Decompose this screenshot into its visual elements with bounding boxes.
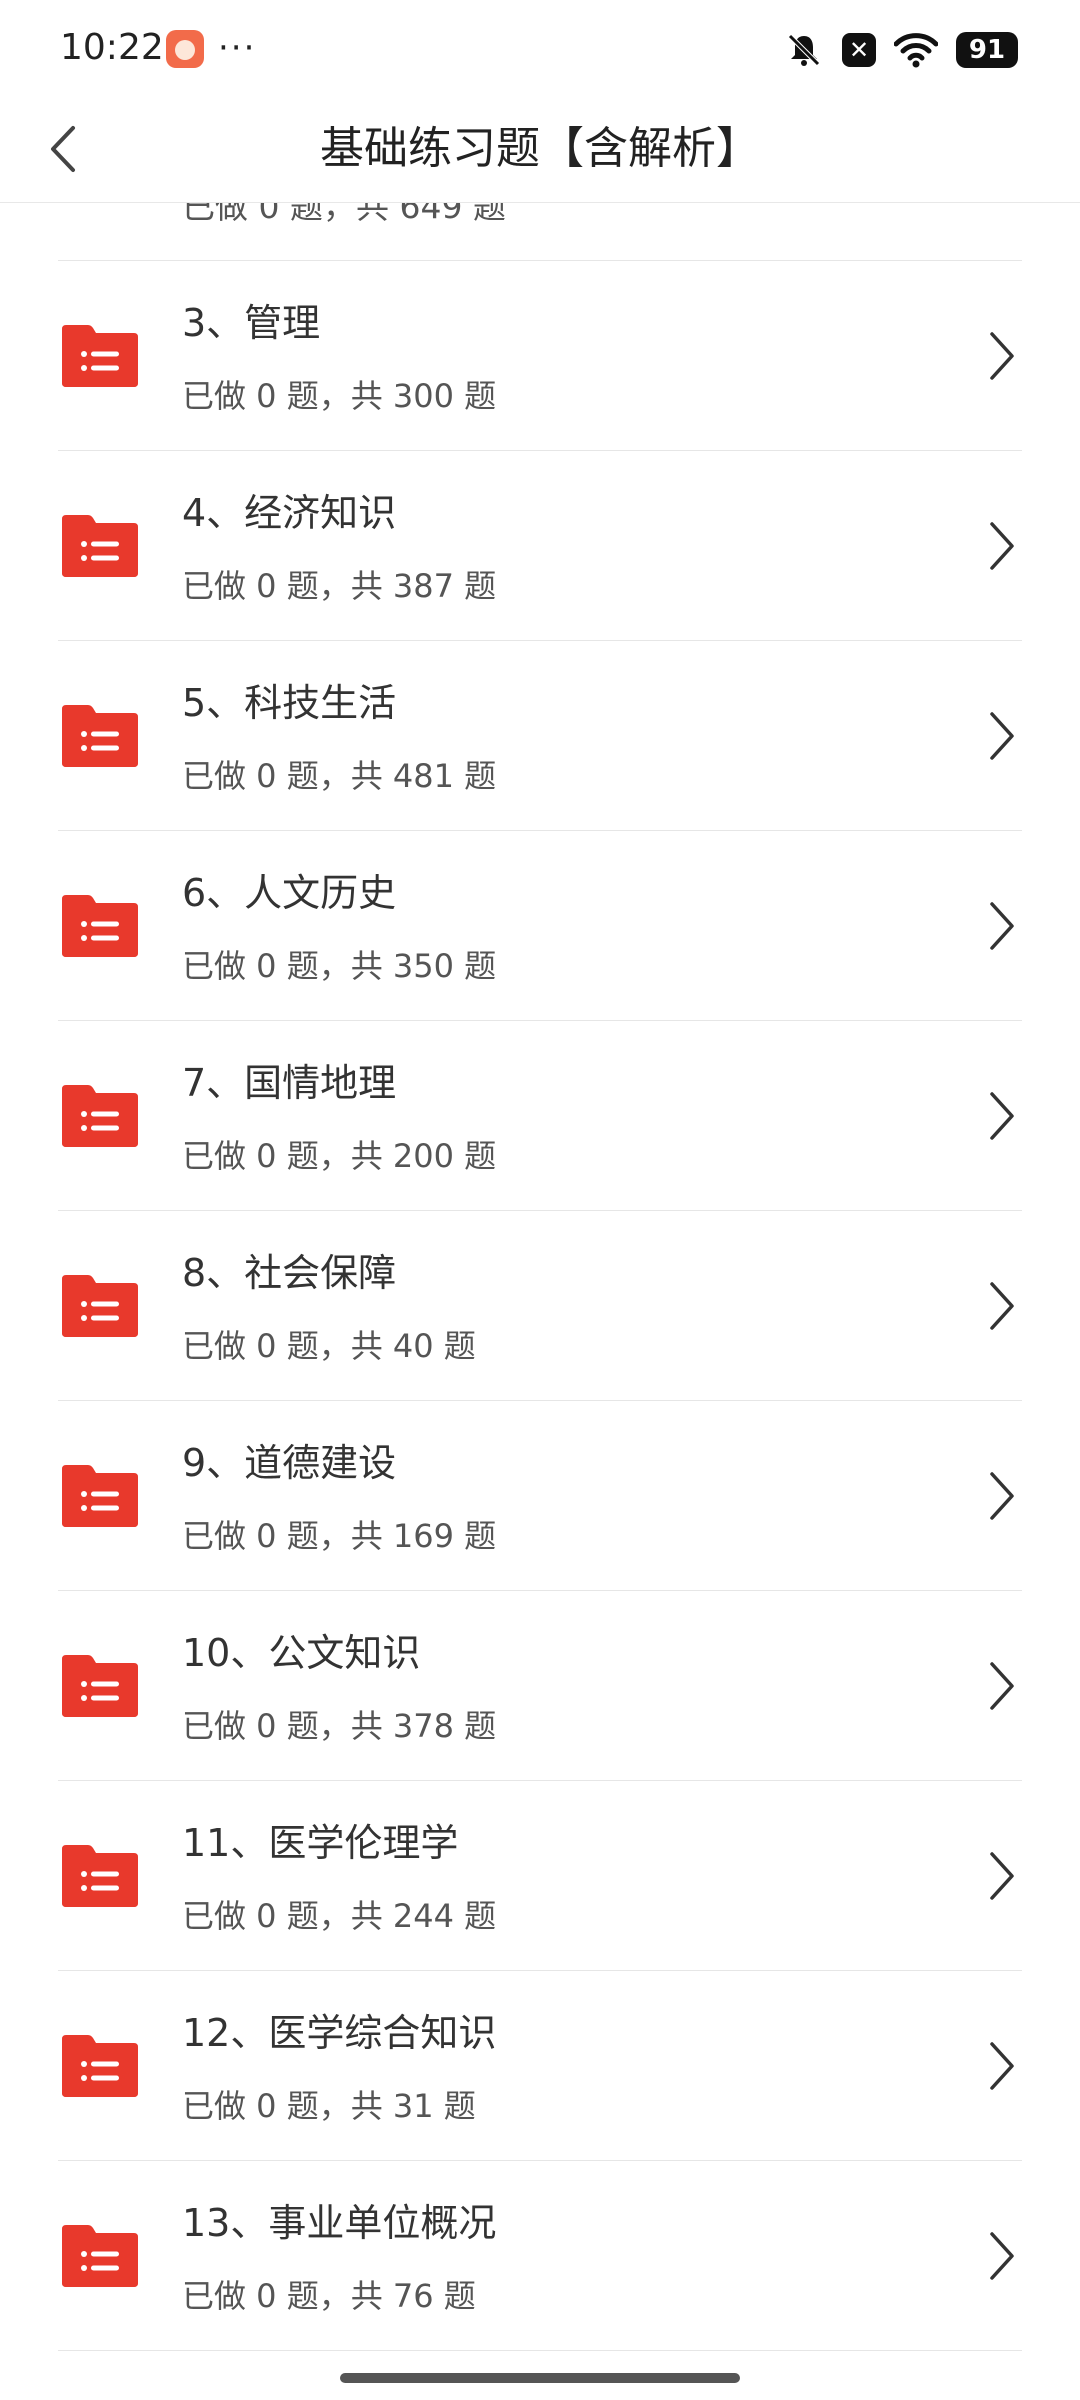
list-item[interactable]: 7、国情地理已做 0 题，共 200 题 <box>58 1021 1022 1211</box>
list-item-subtitle: 已做 0 题，共 378 题 <box>182 1707 497 1745</box>
chevron-right-icon <box>990 712 1014 760</box>
list-item-title: 11、医学伦理学 <box>182 1821 459 1865</box>
list-item-subtitle: 已做 0 题，共 649 题 <box>182 202 506 226</box>
exercise-list[interactable]: 已做 0 题，共 649 题 3、管理 已做 0 题，共 300 题 4、经济知识已… <box>0 202 1080 2400</box>
status-icons: ✕ 91 <box>784 30 1018 70</box>
chevron-right-icon <box>990 1662 1014 1710</box>
list-item-subtitle: 已做 0 题，共 169 题 <box>182 1517 497 1555</box>
chevron-right-icon <box>990 1472 1014 1520</box>
folder-list-icon <box>62 515 138 577</box>
list-item-title: 3、管理 <box>182 301 321 345</box>
list-item[interactable]: 4、经济知识已做 0 题，共 387 题 <box>58 451 1022 641</box>
list-item-title: 5、科技生活 <box>182 681 397 725</box>
list-items-container: 3、管理 已做 0 题，共 300 题 4、经济知识 已做 0 题，共 387 题 5、… <box>0 261 1080 2351</box>
list-item-subtitle: 已做 0 题，共 244 题 <box>182 1897 497 1935</box>
list-item[interactable]: 11、医学伦理学已做 0 题，共 244 题 <box>58 1781 1022 1971</box>
battery-icon: 91 <box>956 32 1018 68</box>
list-item-title: 12、医学综合知识 <box>182 2011 497 2055</box>
app-header: 基础练习题【含解析】 <box>0 96 1080 203</box>
chevron-right-icon <box>990 1092 1014 1140</box>
list-item-title: 4、经济知识 <box>182 491 397 535</box>
wifi-icon <box>894 33 938 68</box>
list-item-subtitle: 已做 0 题，共 350 题 <box>182 947 497 985</box>
folder-list-icon <box>62 895 138 957</box>
more-notifications-icon: ··· <box>218 28 257 68</box>
folder-list-icon <box>62 325 138 387</box>
list-item-title: 9、道德建设 <box>182 1441 397 1485</box>
chevron-right-icon <box>990 1282 1014 1330</box>
chevron-right-icon <box>990 1852 1014 1900</box>
folder-list-icon <box>62 2225 138 2287</box>
list-item[interactable]: 8、社会保障已做 0 题，共 40 题 <box>58 1211 1022 1401</box>
folder-list-icon <box>62 1655 138 1717</box>
list-item-subtitle: 已做 0 题，共 387 题 <box>182 567 497 605</box>
list-item[interactable]: 13、事业单位概况已做 0 题，共 76 题 <box>58 2161 1022 2351</box>
status-bar: 10:22 ··· ✕ 91 <box>0 0 1080 96</box>
close-notification-icon: ✕ <box>842 33 876 67</box>
list-item-subtitle: 已做 0 题，共 481 题 <box>182 757 497 795</box>
list-item-subtitle: 已做 0 题，共 31 题 <box>182 2087 476 2125</box>
list-item-title: 8、社会保障 <box>182 1251 397 1295</box>
chevron-right-icon <box>990 332 1014 380</box>
list-item-title: 10、公文知识 <box>182 1631 421 1675</box>
folder-list-icon <box>62 2035 138 2097</box>
list-item[interactable]: 3、管理已做 0 题，共 300 题 <box>58 261 1022 451</box>
app-avatar-icon <box>166 30 204 68</box>
folder-list-icon <box>62 1465 138 1527</box>
list-item-subtitle: 已做 0 题，共 40 题 <box>182 1327 476 1365</box>
folder-list-icon <box>62 1085 138 1147</box>
list-item[interactable]: 9、道德建设已做 0 题，共 169 题 <box>58 1401 1022 1591</box>
chevron-right-icon <box>990 522 1014 570</box>
list-item-subtitle: 已做 0 题，共 200 题 <box>182 1137 497 1175</box>
status-time: 10:22 <box>60 27 164 68</box>
chevron-right-icon <box>990 2232 1014 2280</box>
list-item-title: 7、国情地理 <box>182 1061 397 1105</box>
list-item-subtitle: 已做 0 题，共 300 题 <box>182 377 497 415</box>
list-item[interactable]: 5、科技生活已做 0 题，共 481 题 <box>58 641 1022 831</box>
list-item-subtitle: 已做 0 题，共 76 题 <box>182 2277 476 2315</box>
chevron-right-icon <box>990 2042 1014 2090</box>
chevron-right-icon <box>990 902 1014 950</box>
folder-list-icon <box>62 1275 138 1337</box>
list-item-title: 6、人文历史 <box>182 871 397 915</box>
folder-list-icon <box>62 1845 138 1907</box>
home-indicator[interactable] <box>340 2373 740 2383</box>
list-item[interactable]: 10、公文知识已做 0 题，共 378 题 <box>58 1591 1022 1781</box>
list-item-title: 13、事业单位概况 <box>182 2201 497 2245</box>
folder-list-icon <box>62 705 138 767</box>
list-item[interactable]: 6、人文历史已做 0 题，共 350 题 <box>58 831 1022 1021</box>
list-item-partial[interactable]: 已做 0 题，共 649 题 <box>58 202 1022 261</box>
mute-icon <box>788 34 820 66</box>
page-title: 基础练习题【含解析】 <box>320 123 760 174</box>
list-item[interactable]: 12、医学综合知识已做 0 题，共 31 题 <box>58 1971 1022 2161</box>
